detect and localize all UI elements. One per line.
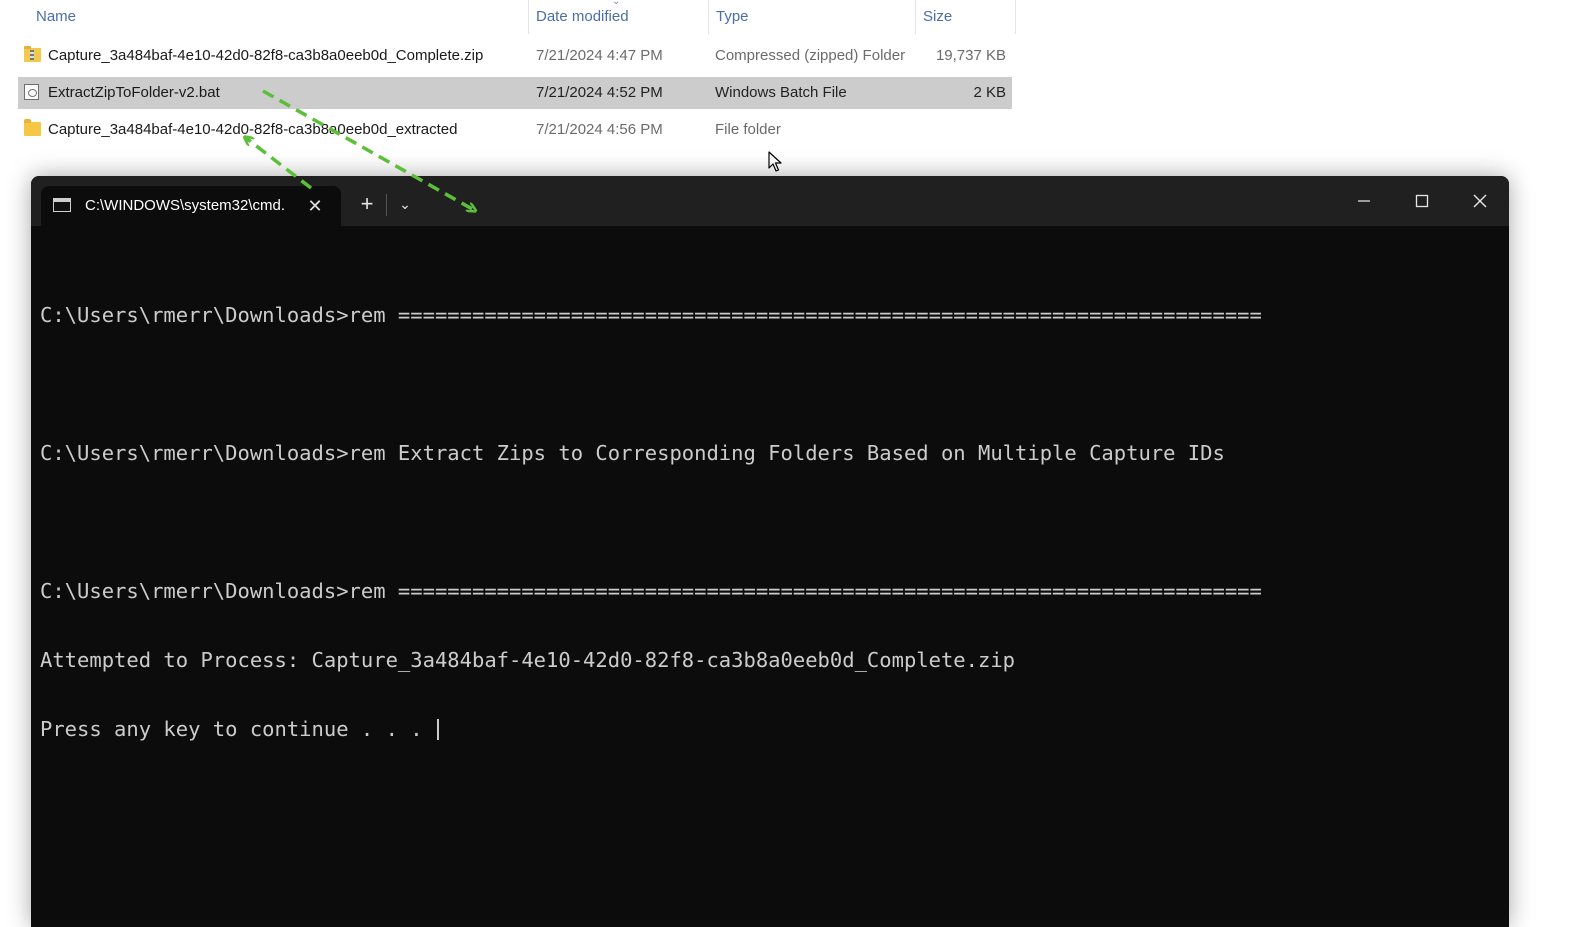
- file-date: 7/21/2024 4:56 PM: [536, 121, 663, 138]
- console-line: C:\Users\rmerr\Downloads>rem Extract Zip…: [40, 441, 1225, 465]
- new-tab-plus-icon[interactable]: +: [353, 190, 381, 218]
- close-tab-icon[interactable]: ✕: [305, 186, 325, 226]
- file-type: Windows Batch File: [715, 84, 847, 101]
- file-name: Capture_3a484baf-4e10-42d0-82f8-ca3b8a0e…: [48, 47, 484, 64]
- column-header-size[interactable]: Size: [915, 0, 1015, 34]
- mouse-cursor-icon: [768, 151, 782, 172]
- file-size: 2 KB: [973, 84, 1006, 101]
- file-name: Capture_3a484baf-4e10-42d0-82f8-ca3b8a0e…: [48, 121, 458, 138]
- column-separator[interactable]: [1015, 0, 1016, 34]
- batch-file-icon: [24, 84, 39, 100]
- command-prompt-icon: [53, 198, 71, 212]
- file-date: 7/21/2024 4:52 PM: [536, 84, 663, 101]
- zip-folder-icon: [24, 46, 41, 62]
- console-line: Attempted to Process: Capture_3a484baf-4…: [40, 648, 1016, 672]
- chevron-down-icon[interactable]: ⌄: [391, 190, 419, 218]
- sort-descending-icon: ⌄: [612, 0, 621, 7]
- file-date: 7/21/2024 4:47 PM: [536, 47, 663, 64]
- text-cursor: [436, 719, 439, 740]
- column-header-name[interactable]: Name: [28, 0, 528, 34]
- folder-icon: [24, 119, 41, 136]
- console-line: Press any key to continue . . .: [40, 717, 435, 741]
- column-header-type[interactable]: Type: [708, 0, 915, 34]
- tab-title: C:\WINDOWS\system32\cmd.: [85, 197, 286, 214]
- console-line: C:\Users\rmerr\Downloads>rem ===========…: [40, 303, 1262, 327]
- close-window-button[interactable]: [1457, 184, 1503, 216]
- terminal-window[interactable]: C:\WINDOWS\system32\cmd. ✕ + ⌄ C:\Users\…: [31, 176, 1509, 927]
- divider: [386, 194, 387, 216]
- file-name: ExtractZipToFolder-v2.bat: [48, 84, 220, 101]
- terminal-tab[interactable]: C:\WINDOWS\system32\cmd. ✕: [41, 186, 341, 226]
- minimize-button[interactable]: [1341, 184, 1387, 216]
- file-type: Compressed (zipped) Folder: [715, 47, 906, 64]
- file-row-zip[interactable]: Capture_3a484baf-4e10-42d0-82f8-ca3b8a0e…: [18, 40, 1012, 72]
- file-row-bat[interactable]: ExtractZipToFolder-v2.bat 7/21/2024 4:52…: [18, 77, 1012, 109]
- file-type: File folder: [715, 121, 781, 138]
- console-output[interactable]: C:\Users\rmerr\Downloads>rem ===========…: [40, 258, 1500, 787]
- terminal-titlebar[interactable]: C:\WINDOWS\system32\cmd. ✕ + ⌄: [31, 176, 1509, 226]
- console-line: C:\Users\rmerr\Downloads>rem ===========…: [40, 579, 1262, 603]
- console-prompt-line: Press any key to continue . . .: [40, 718, 1500, 741]
- file-size: 19,737 KB: [935, 47, 1006, 64]
- maximize-button[interactable]: [1399, 184, 1445, 216]
- file-row-folder[interactable]: Capture_3a484baf-4e10-42d0-82f8-ca3b8a0e…: [18, 114, 1012, 146]
